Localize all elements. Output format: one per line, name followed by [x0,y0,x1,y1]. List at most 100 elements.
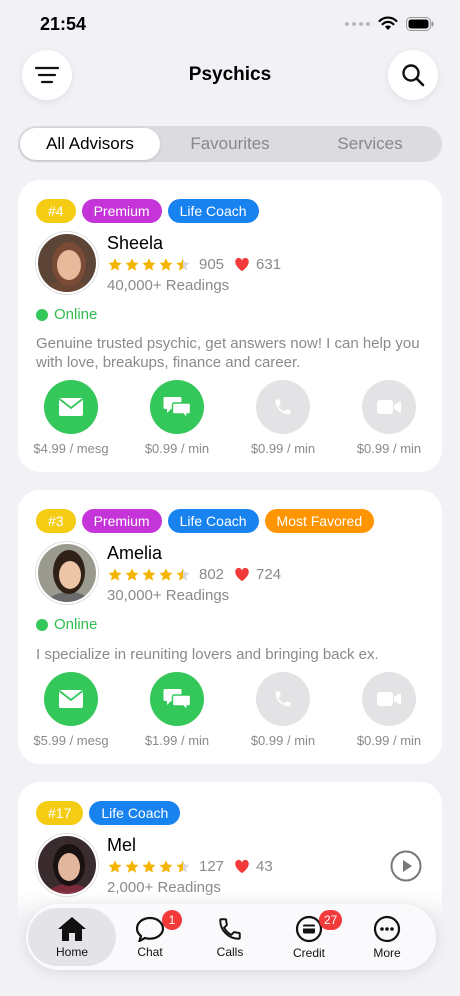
chat-button[interactable] [150,672,204,726]
star-icon [108,257,122,271]
rating-row: 905 631 [107,256,281,273]
star-icon [142,567,156,581]
play-audio-button[interactable] [390,850,422,882]
wifi-icon [378,16,398,30]
chat-action: $1.99 / min [124,672,230,748]
video-action: $0.99 / min [336,380,442,456]
advisor-card-sheela[interactable]: #4 Premium Life Coach Sheela 905 631 40,… [18,180,442,472]
tab-more[interactable]: More [347,904,427,970]
call-button[interactable] [256,380,310,434]
heart-icon [235,859,249,874]
badge-row: #4 Premium Life Coach [36,199,259,223]
call-price: $0.99 / min [250,441,316,456]
chat-bubbles-icon [163,689,191,711]
tab-calls[interactable]: Calls [190,904,270,970]
advisor-name[interactable]: Mel [107,835,136,856]
tab-credit-label: Credit [292,945,325,960]
rank-badge: #17 [36,801,84,825]
heart-icon [235,257,249,272]
readings-count: 30,000+ Readings [107,587,230,604]
advisor-card-amelia[interactable]: #3 Premium Life Coach Most Favored Ameli… [18,490,442,764]
tab-home[interactable]: Home [28,908,116,966]
like-count: 43 [256,858,273,875]
call-button[interactable] [256,672,310,726]
star-icon [108,859,122,873]
life-coach-badge: Life Coach [89,801,181,825]
message-button[interactable] [44,380,98,434]
like-count: 631 [256,256,282,273]
review-count: 905 [199,256,225,273]
tab-chat[interactable]: Chat 1 [110,904,190,970]
tab-all-advisors[interactable]: All Advisors [20,128,160,160]
heart-icon [235,567,249,582]
online-label: Online [54,616,98,633]
advisor-filter-tabs: All Advisors Favourites Services [18,126,442,162]
star-rating [107,567,191,583]
call-action: $0.99 / min [230,672,336,748]
advisor-bio: I specialize in reuniting lovers and bri… [36,646,379,663]
star-icon [142,859,156,873]
star-rating [107,257,191,273]
chat-unread-badge: 1 [162,910,182,930]
star-icon [159,859,173,873]
life-coach-badge: Life Coach [167,509,259,533]
online-status: Online [36,616,97,633]
tab-home-label: Home [55,944,88,959]
review-count: 127 [199,858,225,875]
envelope-icon [58,690,84,708]
avatar[interactable] [36,542,98,604]
call-action: $0.99 / min [230,380,336,456]
call-price: $0.99 / min [250,733,316,748]
rating-row: 127 43 [107,858,273,875]
message-action: $5.99 / mesg [18,672,124,748]
star-rating [107,859,191,875]
badge-row: #3 Premium Life Coach Most Favored [36,509,375,533]
avatar[interactable] [36,232,98,294]
star-icon [159,257,173,271]
star-icon [108,567,122,581]
chat-price: $0.99 / min [144,441,210,456]
more-icon [373,915,401,942]
play-icon [390,850,422,882]
message-button[interactable] [44,672,98,726]
contact-actions: $5.99 / mesg $1.99 / min $0.99 / min $0.… [18,672,442,748]
advisor-bio: Genuine trusted psychic, get answers now… [36,335,420,371]
battery-icon [406,16,434,31]
message-action: $4.99 / mesg [18,380,124,456]
chat-button[interactable] [150,380,204,434]
avatar[interactable] [36,834,98,896]
home-icon [58,916,86,941]
tab-more-label: More [373,945,401,960]
status-icons [345,16,434,31]
advisor-name[interactable]: Sheela [107,233,163,254]
rank-badge: #4 [36,199,76,223]
like-count: 724 [256,566,282,583]
rating-row: 802 724 [107,566,281,583]
advisor-name[interactable]: Amelia [107,543,162,564]
chat-price: $1.99 / min [144,733,210,748]
tab-services[interactable]: Services [300,128,440,160]
rank-badge: #3 [36,509,76,533]
star-icon [125,567,139,581]
signal-dots-icon [345,21,370,26]
badge-row: #17 Life Coach [36,801,181,825]
search-button[interactable] [388,50,438,100]
video-camera-icon [377,400,401,414]
star-icon [125,257,139,271]
video-button[interactable] [362,380,416,434]
star-icon [125,859,139,873]
chat-action: $0.99 / min [124,380,230,456]
readings-count: 40,000+ Readings [107,277,230,294]
star-icon [142,257,156,271]
online-dot-icon [36,618,48,631]
tab-credit[interactable]: Credit 27 [269,904,349,970]
online-label: Online [54,306,98,323]
video-action: $0.99 / min [336,672,442,748]
half-star-icon [176,257,190,271]
bottom-tab-bar: Home Chat 1 Calls Credit 27 More [26,904,436,970]
tab-calls-label: Calls [216,944,244,959]
online-status: Online [36,306,97,323]
tab-chat-label: Chat [137,944,163,959]
video-button[interactable] [362,672,416,726]
tab-favourites[interactable]: Favourites [160,128,300,160]
